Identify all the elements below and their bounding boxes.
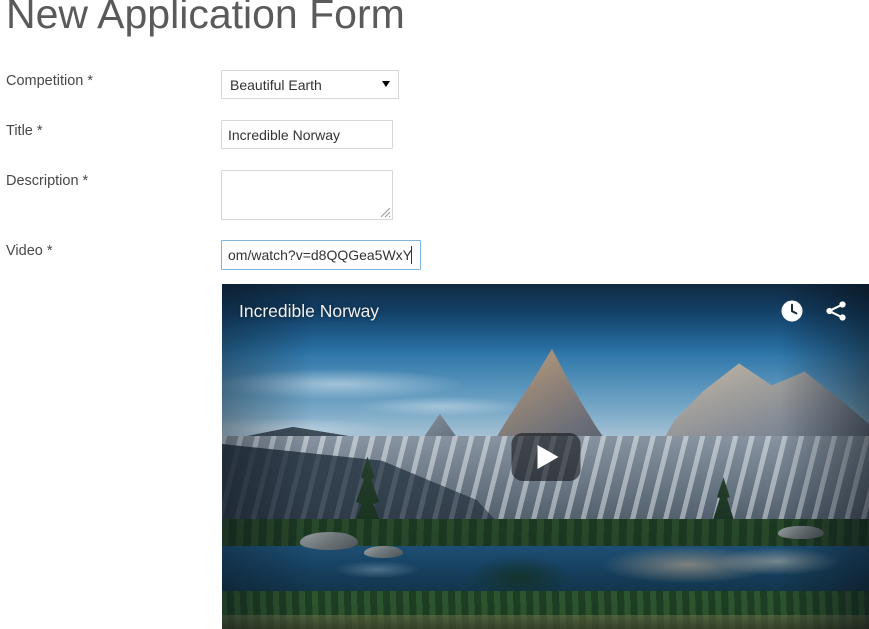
scene-foreground-sand	[222, 615, 869, 629]
competition-select-wrap[interactable]: Beautiful Earth	[221, 70, 399, 99]
player-actions	[779, 298, 849, 324]
competition-control: Beautiful Earth	[221, 70, 399, 99]
video-label: Video *	[6, 243, 53, 259]
video-title-overlay[interactable]: Incredible Norway	[239, 301, 379, 322]
share-icon	[826, 301, 846, 321]
video-player[interactable]: Incredible Norway	[222, 284, 869, 629]
description-control	[221, 170, 393, 220]
competition-select[interactable]: Beautiful Earth	[221, 70, 399, 99]
resize-grip-icon[interactable]	[379, 206, 391, 218]
video-url-input[interactable]: om/watch?v=d8QQGea5WxY	[221, 240, 421, 270]
video-url-value: om/watch?v=d8QQGea5WxY	[228, 247, 413, 263]
watch-later-button[interactable]	[779, 298, 805, 324]
competition-label: Competition *	[6, 73, 94, 89]
play-icon	[537, 444, 558, 469]
application-form-page: New Application Form Competition * Beaut…	[0, 0, 869, 629]
scene-rock	[778, 525, 824, 540]
title-control	[221, 120, 393, 149]
video-control: om/watch?v=d8QQGea5WxY	[221, 240, 421, 270]
text-cursor	[411, 246, 412, 264]
play-button[interactable]	[511, 432, 580, 481]
title-input[interactable]	[221, 120, 393, 149]
description-textarea-wrap[interactable]	[221, 170, 393, 220]
scene-rock	[364, 546, 404, 558]
share-button[interactable]	[823, 298, 849, 324]
page-title: New Application Form	[6, 0, 405, 37]
scene-rock	[299, 532, 358, 551]
clock-icon	[781, 300, 803, 322]
description-label: Description *	[6, 173, 89, 189]
title-label: Title *	[6, 123, 43, 139]
